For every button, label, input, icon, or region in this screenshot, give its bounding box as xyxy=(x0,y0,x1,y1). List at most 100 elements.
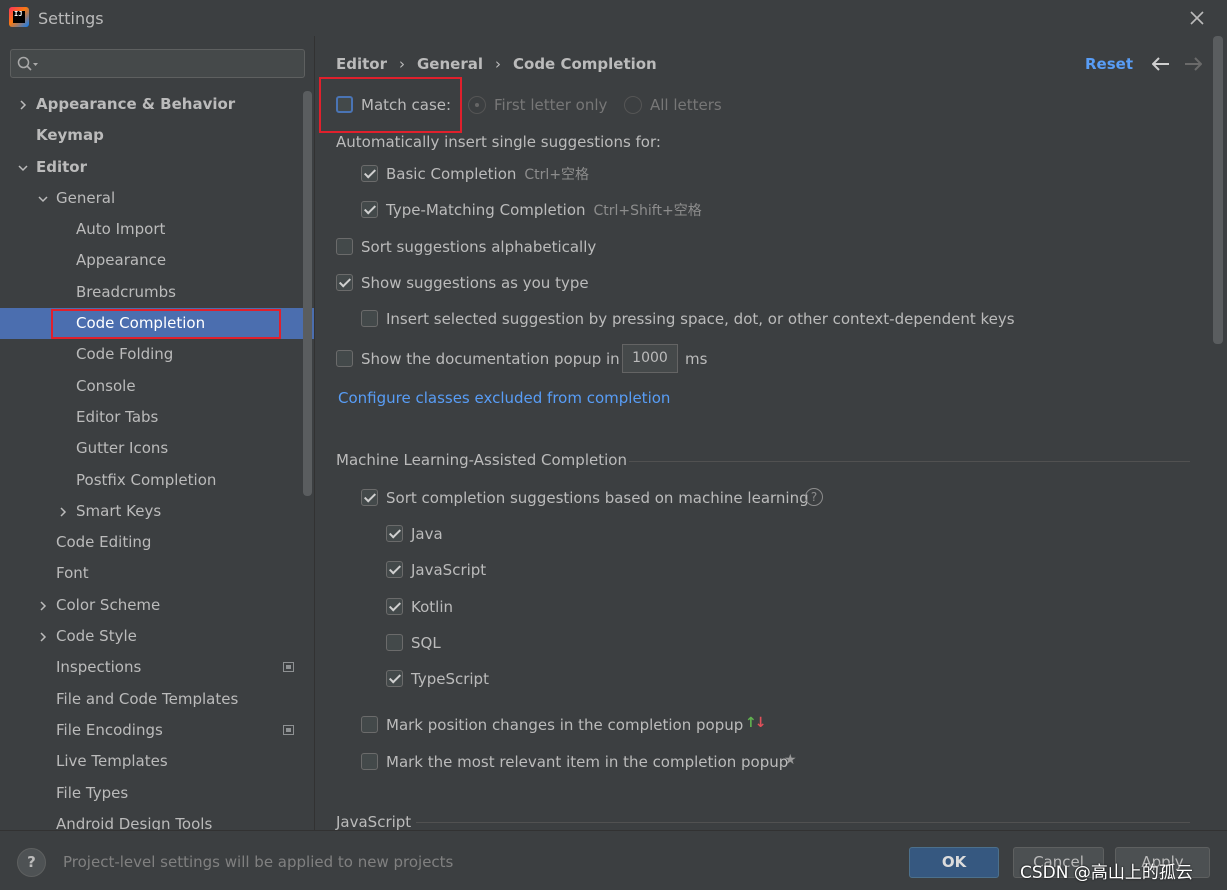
sidebar-item-file-types[interactable]: File Types xyxy=(0,778,300,809)
sidebar-item-appearance[interactable]: Appearance xyxy=(0,245,300,276)
show-as-type-label: Show suggestions as you type xyxy=(361,274,589,292)
sidebar-item-live-templates[interactable]: Live Templates xyxy=(0,746,300,777)
ml-lang-javascript-checkbox[interactable] xyxy=(386,561,403,578)
type-matching-checkbox[interactable] xyxy=(361,201,378,218)
match-case-row: Match case: First letter only All letter… xyxy=(336,94,766,116)
ok-button[interactable]: OK xyxy=(909,847,999,878)
chevron-right-icon[interactable] xyxy=(58,507,68,517)
sort-alpha-row: Sort suggestions alphabetically xyxy=(336,236,736,258)
sidebar-item-code-style[interactable]: Code Style xyxy=(0,621,300,652)
ml-lang-typescript-checkbox[interactable] xyxy=(386,670,403,687)
show-as-type-checkbox[interactable] xyxy=(336,274,353,291)
sidebar-item-label: Live Templates xyxy=(56,752,168,771)
chevron-down-icon[interactable] xyxy=(18,163,28,173)
sidebar-item-code-completion[interactable]: Code Completion xyxy=(0,308,314,340)
ml-lang-javascript-row: JavaScript xyxy=(386,559,586,581)
sidebar-item-label: Smart Keys xyxy=(76,501,162,520)
intellij-app-icon: IJ xyxy=(9,7,29,27)
sidebar-item-code-editing[interactable]: Code Editing xyxy=(0,527,300,558)
sidebar-item-label: Inspections xyxy=(56,658,142,677)
configure-excluded-classes-link[interactable]: Configure classes excluded from completi… xyxy=(338,389,670,407)
help-button[interactable]: ? xyxy=(17,848,46,877)
sidebar-item-console[interactable]: Console xyxy=(0,371,300,402)
sidebar-item-inspections[interactable]: Inspections xyxy=(0,652,300,683)
sidebar-item-breadcrumbs[interactable]: Breadcrumbs xyxy=(0,277,300,308)
sidebar-item-file-encodings[interactable]: File Encodings xyxy=(0,715,300,746)
settings-tree: Appearance & Behavior Keymap Editor General… xyxy=(0,89,314,830)
project-settings-icon xyxy=(283,662,294,673)
breadcrumb-general[interactable]: General xyxy=(417,55,483,73)
breadcrumb: Editor › General › Code Completion xyxy=(336,55,657,73)
sidebar-item-label: Console xyxy=(76,376,136,395)
first-letter-only-radio[interactable] xyxy=(468,96,486,114)
sidebar-item-label: Font xyxy=(56,564,89,583)
sidebar-item-font[interactable]: Font xyxy=(0,558,300,589)
match-case-checkbox[interactable] xyxy=(336,96,353,113)
mark-position-row: Mark position changes in the completion … xyxy=(361,714,781,736)
sidebar-item-keymap[interactable]: Keymap xyxy=(0,120,300,151)
selected-item-highlight-box xyxy=(51,309,281,340)
sidebar-item-code-folding[interactable]: Code Folding xyxy=(0,339,300,370)
forward-arrow-icon[interactable] xyxy=(1184,57,1202,71)
sidebar-item-label: Auto Import xyxy=(76,220,166,239)
breadcrumb-code-completion: Code Completion xyxy=(513,55,657,73)
doc-popup-checkbox[interactable] xyxy=(336,350,353,367)
sidebar-item-postfix-completion[interactable]: Postfix Completion xyxy=(0,465,300,496)
help-icon[interactable]: ? xyxy=(805,488,823,506)
sidebar-item-android-design-tools[interactable]: Android Design Tools xyxy=(0,809,300,830)
ml-sort-label: Sort completion suggestions based on mac… xyxy=(386,489,809,507)
all-letters-radio[interactable] xyxy=(624,96,642,114)
basic-completion-shortcut: Ctrl+空格 xyxy=(524,167,590,183)
position-change-arrows-icon: ↑↓ xyxy=(745,715,767,731)
sidebar-item-editor[interactable]: Editor xyxy=(0,152,300,183)
ml-lang-sql-checkbox[interactable] xyxy=(386,634,403,651)
sidebar-scrollbar[interactable] xyxy=(303,91,312,496)
star-icon: ★ xyxy=(784,752,797,768)
insert-selected-row: Insert selected suggestion by pressing s… xyxy=(361,308,1061,330)
ml-lang-java-row: Java xyxy=(386,523,586,545)
sidebar-item-smart-keys[interactable]: Smart Keys xyxy=(0,496,300,527)
ml-lang-label: Java xyxy=(411,525,443,543)
sidebar-item-file-and-code-templates[interactable]: File and Code Templates xyxy=(0,684,300,715)
search-input[interactable] xyxy=(10,49,305,78)
window-title: Settings xyxy=(38,9,104,28)
sidebar-item-general[interactable]: General xyxy=(0,183,300,214)
ml-lang-kotlin-row: Kotlin xyxy=(386,596,586,618)
mark-relevant-label: Mark the most relevant item in the compl… xyxy=(386,753,789,771)
breadcrumb-editor[interactable]: Editor xyxy=(336,55,387,73)
chevron-right-icon[interactable] xyxy=(38,632,48,642)
sidebar-item-label: Breadcrumbs xyxy=(76,282,176,301)
mark-position-label: Mark position changes in the completion … xyxy=(386,716,744,734)
close-icon[interactable] xyxy=(1188,9,1206,27)
ml-lang-kotlin-checkbox[interactable] xyxy=(386,598,403,615)
content-scrollbar[interactable] xyxy=(1213,36,1223,344)
basic-completion-checkbox[interactable] xyxy=(361,165,378,182)
match-case-label: Match case: xyxy=(361,96,452,114)
chevron-right-icon[interactable] xyxy=(38,601,48,611)
sidebar-item-appearance-behavior[interactable]: Appearance & Behavior xyxy=(0,89,300,120)
insert-selected-checkbox[interactable] xyxy=(361,310,378,327)
basic-completion-label: Basic Completion xyxy=(386,165,517,183)
chevron-right-icon[interactable] xyxy=(18,100,28,110)
sort-alpha-checkbox[interactable] xyxy=(336,238,353,255)
sidebar-item-label: File Encodings xyxy=(56,720,163,739)
chevron-down-icon[interactable] xyxy=(38,194,48,204)
mark-relevant-checkbox[interactable] xyxy=(361,753,378,770)
all-letters-label: All letters xyxy=(650,96,722,114)
mark-position-checkbox[interactable] xyxy=(361,716,378,733)
ml-lang-java-checkbox[interactable] xyxy=(386,525,403,542)
sidebar-item-label: Postfix Completion xyxy=(76,470,217,489)
back-arrow-icon[interactable] xyxy=(1152,57,1170,71)
reset-link[interactable]: Reset xyxy=(1085,55,1133,73)
sidebar-item-label: Code Editing xyxy=(56,533,152,552)
sidebar-item-auto-import[interactable]: Auto Import xyxy=(0,214,300,245)
sidebar-item-color-scheme[interactable]: Color Scheme xyxy=(0,590,300,621)
ml-sort-checkbox[interactable] xyxy=(361,489,378,506)
sidebar-item-gutter-icons[interactable]: Gutter Icons xyxy=(0,433,300,464)
ml-lang-sql-row: SQL xyxy=(386,632,586,654)
doc-popup-delay-input[interactable]: 1000 xyxy=(622,344,678,373)
title-bar: IJ Settings xyxy=(0,0,1227,36)
sidebar-item-editor-tabs[interactable]: Editor Tabs xyxy=(0,402,300,433)
insert-selected-label: Insert selected suggestion by pressing s… xyxy=(386,310,1015,328)
auto-insert-heading: Automatically insert single suggestions … xyxy=(336,133,661,151)
